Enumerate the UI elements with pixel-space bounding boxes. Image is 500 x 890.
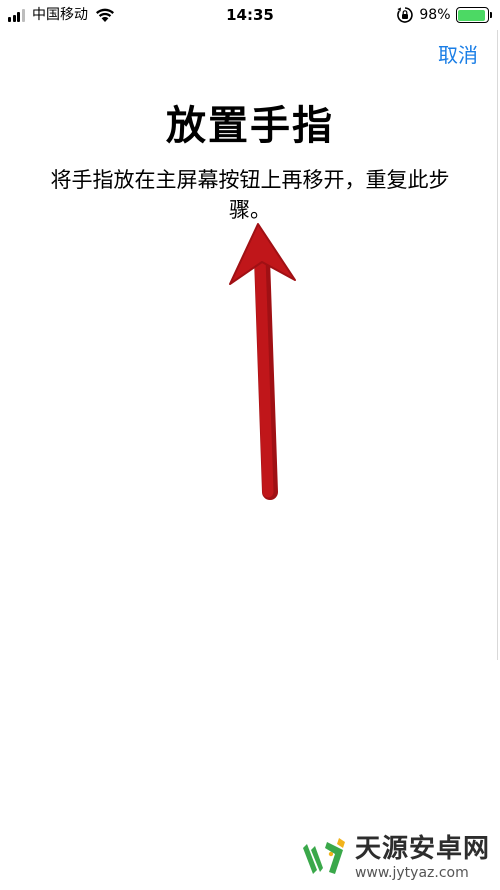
orientation-lock-icon bbox=[397, 7, 414, 23]
status-right: 98% bbox=[396, 5, 492, 25]
android-logo-icon bbox=[302, 838, 345, 874]
battery-tip bbox=[489, 12, 492, 18]
battery-icon bbox=[455, 7, 489, 23]
battery-percent: 98% bbox=[419, 7, 451, 23]
instruction-text: 将手指放在主屏幕按钮上再移开，重复此步骤。 bbox=[50, 168, 450, 222]
panel-edge bbox=[497, 30, 498, 660]
watermark: 天源安卓网 www.jytyaz.com bbox=[299, 832, 490, 882]
cancel-button[interactable]: 取消 bbox=[438, 41, 478, 69]
status-bar: 中国移动 14:35 98% bbox=[0, 0, 500, 30]
watermark-name: 天源安卓网 bbox=[354, 834, 490, 864]
battery-fill bbox=[458, 9, 486, 21]
page-title: 放置手指 bbox=[166, 103, 334, 149]
watermark-url: www.jytyaz.com bbox=[354, 865, 469, 881]
